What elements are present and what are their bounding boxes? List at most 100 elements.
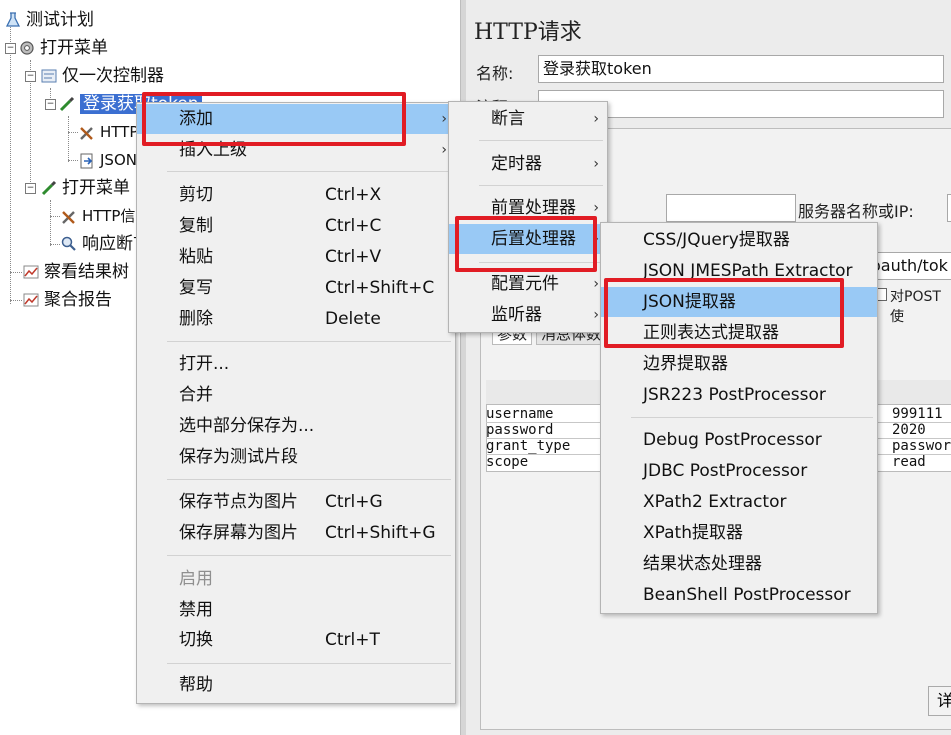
pipette-icon <box>58 95 76 113</box>
menu-item-json-jmespath-extractor[interactable]: JSON JMESPath Extractor <box>601 256 877 286</box>
menu-item-assertions[interactable]: 断言 › <box>449 104 607 134</box>
tree-node-aggregate-report[interactable]: 聚合报告 <box>22 288 112 312</box>
menu-item-save-node-image[interactable]: 保存节点为图片 Ctrl+G <box>137 487 455 517</box>
menu-item-xpath-extractor[interactable]: XPath提取器 <box>601 518 877 548</box>
menu-item-timers[interactable]: 定时器 › <box>449 149 607 179</box>
wrench-icon <box>60 208 78 226</box>
table-row[interactable]: read <box>892 455 926 470</box>
server-input[interactable] <box>947 194 951 222</box>
controller-icon <box>40 67 58 85</box>
menu-item-copy[interactable]: 复制 Ctrl+C <box>137 211 455 241</box>
wrench-icon <box>78 124 96 142</box>
menu-item-disable[interactable]: 禁用 <box>137 595 455 625</box>
tree-node-label: 仅一次控制器 <box>62 66 164 86</box>
add-submenu: 断言 › 定时器 › 前置处理器 › 后置处理器 › 配置元件 › 监听器 › <box>448 101 608 333</box>
table-row[interactable]: username <box>486 407 553 422</box>
menu-item-save-screen-image[interactable]: 保存屏幕为图片 Ctrl+Shift+G <box>137 518 455 548</box>
flask-icon <box>4 11 22 29</box>
param-name: grant_type <box>486 438 571 454</box>
table-row[interactable]: passwor <box>892 439 951 454</box>
table-row[interactable]: scope <box>486 455 528 470</box>
menu-item-open[interactable]: 打开... <box>137 349 455 379</box>
collapse-toggle[interactable]: − <box>5 43 16 54</box>
param-name: password <box>486 422 554 438</box>
menu-item-pre-processors[interactable]: 前置处理器 › <box>449 193 607 223</box>
menu-item-listeners[interactable]: 监听器 › <box>449 300 607 330</box>
menu-item-save-selection-as[interactable]: 选中部分保存为... <box>137 411 455 441</box>
path-input[interactable]: oauth/tok <box>866 252 951 280</box>
tree-node-label: 打开菜单 <box>40 38 108 58</box>
tree-node-open-menu-request[interactable]: 打开菜单 <box>40 176 130 200</box>
tree-node-label: 打开菜单 <box>62 178 130 198</box>
collapse-toggle[interactable]: − <box>25 71 36 82</box>
tree-node-test-plan[interactable]: 测试计划 <box>4 8 94 32</box>
chart-icon <box>22 291 40 309</box>
name-input[interactable]: 登录获取token <box>538 55 944 83</box>
menu-item-json-extractor[interactable]: JSON提取器 <box>601 287 877 317</box>
post-processors-submenu: CSS/JQuery提取器 JSON JMESPath Extractor JS… <box>600 222 878 614</box>
menu-item-add[interactable]: 添加 › <box>137 104 455 134</box>
server-label: 服务器名称或IP: <box>798 202 914 221</box>
magnifier-icon <box>60 235 78 253</box>
menu-item-jdbc-postprocessor[interactable]: JDBC PostProcessor <box>601 456 877 486</box>
chevron-right-icon: › <box>593 307 599 323</box>
gear-icon <box>18 39 36 57</box>
menu-item-merge[interactable]: 合并 <box>137 380 455 410</box>
chevron-right-icon: › <box>593 156 599 172</box>
param-value: 2020 <box>892 422 926 438</box>
menu-item-xpath2-extractor[interactable]: XPath2 Extractor <box>601 487 877 517</box>
tree-node-thread-group[interactable]: 打开菜单 <box>18 36 108 60</box>
detail-button[interactable]: 详 <box>928 686 951 716</box>
menu-item-duplicate[interactable]: 复写 Ctrl+Shift+C <box>137 273 455 303</box>
menu-item-toggle[interactable]: 切换 Ctrl+T <box>137 625 455 655</box>
menu-item-save-as-test-fragment[interactable]: 保存为测试片段 <box>137 442 455 472</box>
tree-node-label: 聚合报告 <box>44 290 112 310</box>
param-value: read <box>892 454 926 470</box>
menu-item-beanshell-postprocessor[interactable]: BeanShell PostProcessor <box>601 580 877 610</box>
document-arrow-icon <box>78 152 96 170</box>
table-row[interactable]: 999111 <box>892 407 943 422</box>
menu-item-delete[interactable]: 删除 Delete <box>137 304 455 334</box>
context-menu: 添加 › 插入上级 › 剪切 Ctrl+X 复制 Ctrl+C 粘贴 Ctrl+V 复写 C… <box>136 102 456 704</box>
menu-item-boundary-extractor[interactable]: 边界提取器 <box>601 349 877 379</box>
menu-item-post-processors[interactable]: 后置处理器 › <box>449 224 607 254</box>
table-row[interactable]: 2020 <box>892 423 926 438</box>
collapse-toggle[interactable]: − <box>25 183 36 194</box>
tree-node-label: JSON <box>100 151 137 169</box>
menu-item-jsr223-postprocessor[interactable]: JSR223 PostProcessor <box>601 380 877 410</box>
panel-title: HTTP请求 <box>474 20 582 45</box>
chevron-right-icon: › <box>441 142 447 158</box>
name-label: 名称: <box>476 64 514 83</box>
menu-item-debug-postprocessor[interactable]: Debug PostProcessor <box>601 425 877 455</box>
menu-item-paste[interactable]: 粘贴 Ctrl+V <box>137 242 455 272</box>
chevron-right-icon: › <box>441 111 447 127</box>
param-name: username <box>486 406 554 422</box>
tree-node-label: 测试计划 <box>26 10 94 30</box>
menu-item-regex-extractor[interactable]: 正则表达式提取器 <box>601 318 877 348</box>
pipette-icon <box>40 179 58 197</box>
menu-item-cut[interactable]: 剪切 Ctrl+X <box>137 180 455 210</box>
param-name: scope <box>486 454 529 470</box>
tree-node-results-tree[interactable]: 察看结果树 <box>22 260 129 284</box>
tree-node-label: 察看结果树 <box>44 262 129 282</box>
param-value: passwor <box>892 438 951 454</box>
menu-item-config-elements[interactable]: 配置元件 › <box>449 269 607 299</box>
menu-item-insert-parent[interactable]: 插入上级 › <box>137 135 455 165</box>
protocol-input[interactable] <box>666 194 796 222</box>
menu-item-css-jquery-extractor[interactable]: CSS/JQuery提取器 <box>601 225 877 255</box>
chart-icon <box>22 263 40 281</box>
menu-item-result-status-handler[interactable]: 结果状态处理器 <box>601 549 877 579</box>
chevron-right-icon: › <box>593 111 599 127</box>
chevron-right-icon: › <box>593 231 599 247</box>
menu-item-help[interactable]: 帮助 <box>137 670 455 700</box>
table-row[interactable]: grant_type <box>486 439 570 454</box>
param-value: 999111 <box>892 406 943 422</box>
chevron-right-icon: › <box>593 200 599 216</box>
chevron-right-icon: › <box>593 276 599 292</box>
tree-node-json-extractor[interactable]: JSON <box>78 148 137 172</box>
menu-item-enable: 启用 <box>179 569 213 589</box>
collapse-toggle[interactable]: − <box>45 99 56 110</box>
post-option-label: 对POST使 <box>890 289 941 325</box>
table-row[interactable]: password <box>486 423 553 438</box>
tree-node-once-only-controller[interactable]: 仅一次控制器 <box>40 64 164 88</box>
